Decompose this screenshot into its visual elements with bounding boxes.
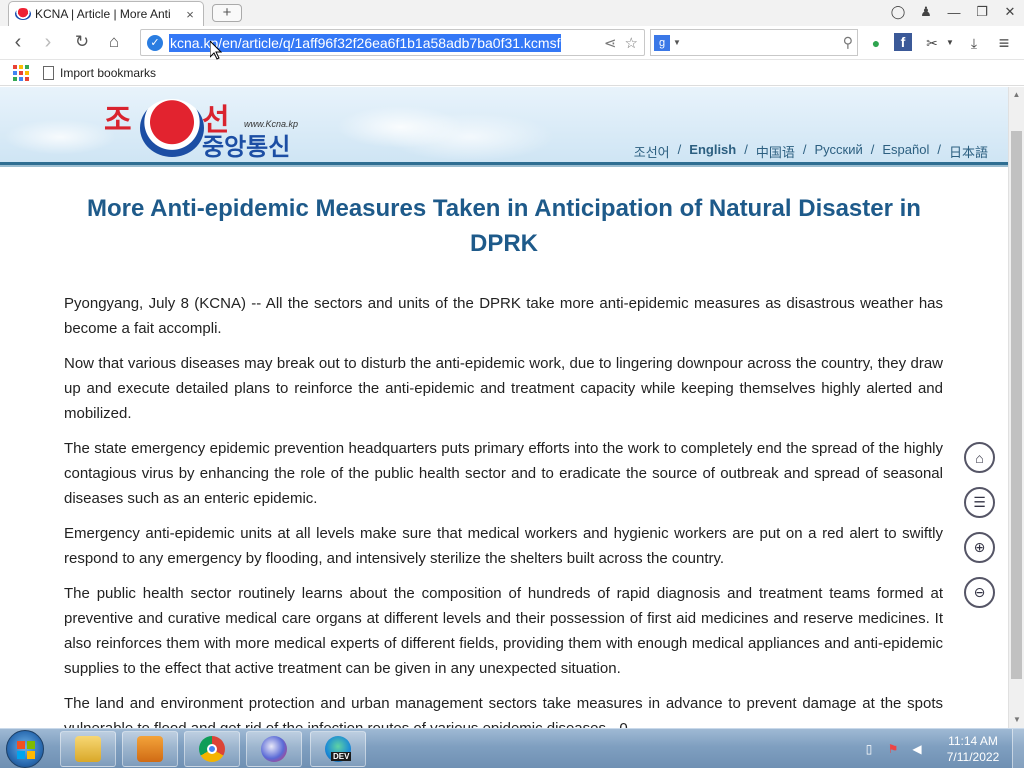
taskbar-chrome[interactable]	[184, 731, 240, 767]
windows-logo-icon	[17, 741, 35, 759]
lang-english[interactable]: English	[689, 142, 736, 161]
article-title: More Anti-epidemic Measures Taken in Ant…	[87, 195, 921, 257]
zoom-out-button[interactable]: ⊖	[964, 577, 995, 608]
swirl-app-icon	[261, 736, 287, 762]
article-paragraph: Now that various diseases may break out …	[64, 355, 943, 422]
article-paragraph: The public health sector routinely learn…	[64, 585, 943, 677]
import-bookmarks-label: Import bookmarks	[60, 65, 157, 80]
facebook-icon[interactable]: f	[894, 33, 912, 51]
scissors-icon[interactable]: ✂	[922, 33, 942, 53]
edge-dev-icon: DEV	[325, 736, 352, 762]
clock-date: 7/11/2022	[946, 750, 1000, 764]
back-icon[interactable]: ‹	[6, 31, 30, 55]
forward-icon[interactable]: ›	[36, 31, 60, 55]
profile-icon[interactable]: ♟	[912, 4, 940, 20]
search-engine-icon[interactable]: g	[654, 34, 670, 51]
window-controls: ◯ ♟ — ❐ ✕	[884, 2, 1024, 22]
bookmark-star-icon[interactable]: ☆	[625, 34, 638, 52]
kcna-favicon-icon	[15, 8, 31, 20]
browser-toolbar: ‹ › ↻ ⌂ ✓ kcna.kp/en/article/q/1aff96f32…	[0, 26, 1024, 60]
taskbar-media-player[interactable]	[122, 731, 178, 767]
clock-time: 11:14 AM	[948, 734, 998, 748]
close-window-icon[interactable]: ✕	[996, 4, 1024, 20]
minimize-icon[interactable]: —	[940, 5, 968, 20]
network-icon[interactable]: ▯	[862, 742, 876, 756]
start-button[interactable]	[6, 730, 44, 768]
volume-icon[interactable]: ◀	[910, 742, 924, 756]
show-desktop-button[interactable]	[1012, 729, 1024, 769]
kcna-logo[interactable]: 조 선 www.Kcna.kp 중앙통신	[104, 95, 319, 161]
folder-icon	[75, 736, 101, 762]
system-clock[interactable]: 11:14 AM 7/11/2022	[940, 733, 1006, 765]
document-icon	[43, 65, 54, 80]
list-icon: ☰	[973, 494, 986, 510]
lang-spanish[interactable]: Español	[882, 142, 929, 161]
windows-taskbar: DEV ▯ ⚑ ◀ 11:14 AM 7/11/2022	[0, 728, 1024, 769]
whatsapp-icon[interactable]: ●	[866, 33, 886, 53]
browser-tab[interactable]: KCNA | Article | More Anti ×	[8, 1, 204, 26]
page-viewport: 조 선 www.Kcna.kp 중앙통신 조선어 / English / 中国语…	[0, 87, 1008, 728]
mouse-cursor-icon	[210, 41, 222, 60]
taskbar-app[interactable]	[246, 731, 302, 767]
search-box[interactable]: g ▼ ⚲	[650, 29, 858, 56]
secure-check-icon: ✓	[147, 34, 163, 51]
scrollbar-thumb[interactable]	[1011, 131, 1022, 679]
home-button[interactable]: ⌂	[964, 442, 995, 473]
language-menu: 조선어 / English / 中国语 / Русский / Español …	[633, 142, 988, 161]
apps-grid-icon[interactable]	[13, 64, 29, 81]
menu-icon[interactable]: ≡	[994, 33, 1014, 53]
import-bookmarks-link[interactable]: Import bookmarks	[43, 65, 157, 80]
article-paragraph: The land and environment protection and …	[64, 695, 943, 728]
action-center-icon[interactable]: ⚑	[886, 742, 900, 756]
zoom-in-button[interactable]: ⊕	[964, 532, 995, 563]
scroll-up-icon[interactable]: ▲	[1009, 87, 1024, 103]
new-tab-button[interactable]: +	[212, 4, 242, 22]
zoom-out-icon: ⊖	[973, 584, 986, 600]
kcna-emblem-icon	[140, 99, 204, 157]
home-icon: ⌂	[975, 449, 984, 466]
system-tray: ▯ ⚑ ◀	[862, 729, 924, 769]
zoom-in-icon: ⊕	[973, 539, 986, 555]
scissors-dropdown-icon[interactable]: ▼	[940, 33, 960, 53]
restore-icon[interactable]: ❐	[968, 4, 996, 20]
floating-actions: ⌂ ☰ ⊕ ⊖	[964, 442, 995, 608]
close-tab-icon[interactable]: ×	[183, 7, 197, 22]
lang-chinese[interactable]: 中国语	[756, 142, 795, 161]
lang-korean[interactable]: 조선어	[634, 142, 670, 161]
url-text[interactable]: kcna.kp/en/article/q/1aff96f32f26ea6f1b1…	[169, 33, 562, 52]
download-icon[interactable]: ⤓	[964, 33, 984, 53]
lang-japanese[interactable]: 日本語	[949, 142, 988, 161]
site-header: 조 선 www.Kcna.kp 중앙통신 조선어 / English / 中国语…	[0, 87, 1008, 165]
home-icon[interactable]: ⌂	[102, 31, 126, 55]
header-divider	[0, 165, 1008, 167]
search-engine-dropdown-icon[interactable]: ▼	[673, 38, 681, 47]
article-paragraph: Pyongyang, July 8 (KCNA) -- All the sect…	[64, 295, 943, 337]
scroll-down-icon[interactable]: ▼	[1009, 712, 1024, 728]
vertical-scrollbar[interactable]: ▲ ▼	[1008, 87, 1024, 728]
bookmarks-bar: Import bookmarks	[0, 60, 1024, 86]
article-paragraph: The state emergency epidemic prevention …	[64, 440, 943, 507]
taskbar-edge-dev[interactable]: DEV	[310, 731, 366, 767]
share-icon[interactable]: ⋖	[604, 34, 617, 52]
chat-icon[interactable]: ◯	[884, 4, 912, 20]
lang-russian[interactable]: Русский	[815, 142, 863, 161]
reload-icon[interactable]: ↻	[70, 31, 94, 55]
article-body: Pyongyang, July 8 (KCNA) -- All the sect…	[64, 291, 943, 728]
media-player-icon	[137, 736, 163, 762]
list-button[interactable]: ☰	[964, 487, 995, 518]
article-paragraph: Emergency anti-epidemic units at all lev…	[64, 525, 943, 567]
taskbar-explorer[interactable]	[60, 731, 116, 767]
tab-title: KCNA | Article | More Anti	[35, 7, 171, 21]
chrome-icon	[199, 736, 225, 762]
tab-strip: KCNA | Article | More Anti × + ◯ ♟ — ❐ ✕	[0, 0, 1024, 26]
search-icon[interactable]: ⚲	[843, 34, 853, 51]
